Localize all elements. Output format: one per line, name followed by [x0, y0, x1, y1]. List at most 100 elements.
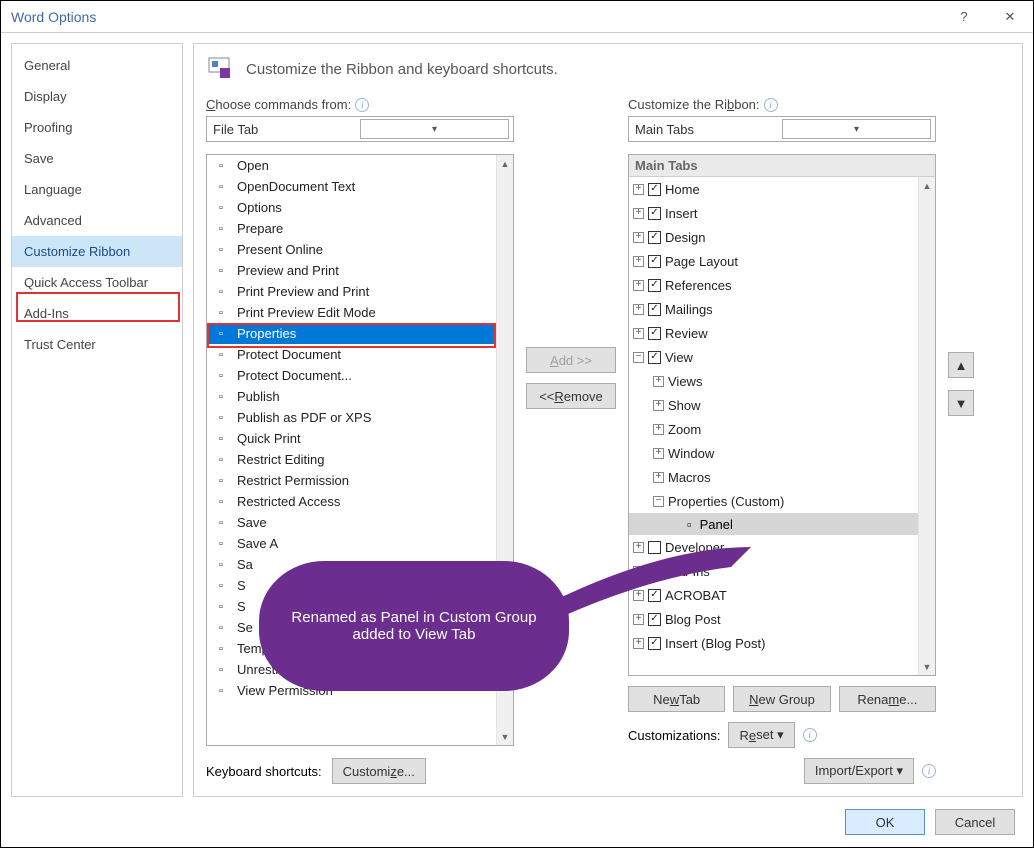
scrollbar[interactable]: ▲ ▼	[918, 177, 935, 675]
new-group-button[interactable]: New Group	[733, 686, 830, 712]
checkbox[interactable]: ✓	[648, 279, 661, 292]
command-icon: ▫	[213, 515, 229, 531]
dialog-title: Word Options	[11, 9, 941, 25]
expand-icon[interactable]: +	[633, 328, 644, 339]
expand-icon[interactable]: +	[653, 448, 664, 459]
cancel-button[interactable]: Cancel	[935, 809, 1015, 835]
sidebar-item-save[interactable]: Save	[12, 143, 182, 174]
command-item[interactable]: ▫OpenDocument Text	[207, 176, 513, 197]
rename-button[interactable]: Rename...	[839, 686, 936, 712]
scroll-up-icon[interactable]: ▲	[497, 155, 513, 172]
tab-node[interactable]: −✓View	[629, 345, 935, 369]
expand-icon[interactable]: −	[653, 496, 664, 507]
sidebar-item-language[interactable]: Language	[12, 174, 182, 205]
checkbox[interactable]: ✓	[648, 207, 661, 220]
sidebar-item-proofing[interactable]: Proofing	[12, 112, 182, 143]
new-tab-button[interactable]: New Tab	[628, 686, 725, 712]
command-item[interactable]: ▫Print Preview Edit Mode	[207, 302, 513, 323]
group-node[interactable]: +Macros	[629, 465, 935, 489]
scroll-up-icon[interactable]: ▲	[919, 177, 935, 194]
tab-node[interactable]: +✓Mailings	[629, 297, 935, 321]
reset-button[interactable]: Reset ▾	[728, 722, 794, 748]
command-item[interactable]: ▫Protect Document...	[207, 365, 513, 386]
checkbox[interactable]: ✓	[648, 255, 661, 268]
checkbox[interactable]: ✓	[648, 231, 661, 244]
expand-icon[interactable]: +	[633, 280, 644, 291]
sidebar-item-display[interactable]: Display	[12, 81, 182, 112]
checkbox[interactable]: ✓	[648, 351, 661, 364]
command-item[interactable]: ▫Protect Document▶	[207, 344, 513, 365]
tab-node[interactable]: +✓Page Layout	[629, 249, 935, 273]
expand-icon[interactable]: +	[653, 424, 664, 435]
category-sidebar: GeneralDisplayProofingSaveLanguageAdvanc…	[11, 43, 183, 797]
expand-icon[interactable]: +	[633, 256, 644, 267]
info-icon[interactable]: i	[922, 764, 936, 778]
add-button[interactable]: Add >>	[526, 347, 616, 373]
tab-node[interactable]: +✓Design	[629, 225, 935, 249]
help-button[interactable]: ?	[941, 1, 987, 33]
sidebar-item-add-ins[interactable]: Add-Ins	[12, 298, 182, 329]
group-node[interactable]: +Show	[629, 393, 935, 417]
command-item[interactable]: ▫Quick Print	[207, 428, 513, 449]
expand-icon[interactable]: +	[633, 638, 644, 649]
tab-node[interactable]: +✓Review	[629, 321, 935, 345]
expand-icon[interactable]: +	[653, 472, 664, 483]
expand-icon[interactable]: −	[633, 352, 644, 363]
move-down-button[interactable]: ▼	[948, 390, 974, 416]
checkbox[interactable]: ✓	[648, 637, 661, 650]
command-item[interactable]: ▫Present Online	[207, 239, 513, 260]
tab-node[interactable]: +✓Insert	[629, 201, 935, 225]
command-item[interactable]: ▫Save	[207, 512, 513, 533]
command-item[interactable]: ▫Preview and Print▶	[207, 260, 513, 281]
command-icon: ▫	[213, 410, 229, 426]
expand-icon[interactable]: +	[633, 232, 644, 243]
import-export-button[interactable]: Import/Export ▾	[804, 758, 914, 784]
scroll-down-icon[interactable]: ▼	[919, 658, 935, 675]
sidebar-item-trust-center[interactable]: Trust Center	[12, 329, 182, 360]
remove-button[interactable]: << Remove	[526, 383, 616, 409]
tab-node[interactable]: +✓References	[629, 273, 935, 297]
command-item[interactable]: ▫Restrict Permission▶	[207, 470, 513, 491]
command-item[interactable]: ▫Publish▶	[207, 386, 513, 407]
info-icon[interactable]: i	[764, 98, 778, 112]
expand-icon[interactable]: +	[633, 184, 644, 195]
command-item[interactable]: ▫Properties	[207, 323, 513, 344]
command-item[interactable]: ▫Restricted Access	[207, 491, 513, 512]
command-item[interactable]: ▫Open	[207, 155, 513, 176]
custom-group-node[interactable]: −Properties (Custom)	[629, 489, 935, 513]
info-icon[interactable]: i	[355, 98, 369, 112]
move-up-button[interactable]: ▲	[948, 352, 974, 378]
checkbox[interactable]: ✓	[648, 327, 661, 340]
expand-icon[interactable]: +	[653, 376, 664, 387]
group-node[interactable]: +Views	[629, 369, 935, 393]
group-node[interactable]: +Window	[629, 441, 935, 465]
custom-item-panel[interactable]: ▫Panel	[629, 513, 935, 535]
command-icon: ▫	[213, 557, 229, 573]
info-icon[interactable]: i	[803, 728, 817, 742]
sidebar-item-advanced[interactable]: Advanced	[12, 205, 182, 236]
group-node[interactable]: +Zoom	[629, 417, 935, 441]
customize-ribbon-combo[interactable]: Main Tabs ▾	[628, 116, 936, 142]
ok-button[interactable]: OK	[845, 809, 925, 835]
expand-icon[interactable]: +	[633, 208, 644, 219]
choose-commands-combo[interactable]: File Tab ▾	[206, 116, 514, 142]
expand-icon[interactable]: +	[633, 304, 644, 315]
expand-icon[interactable]: +	[653, 400, 664, 411]
tab-node[interactable]: +✓Insert (Blog Post)	[629, 631, 935, 655]
checkbox[interactable]: ✓	[648, 303, 661, 316]
command-item[interactable]: ▫Publish as PDF or XPS	[207, 407, 513, 428]
command-item[interactable]: ▫Prepare▶	[207, 218, 513, 239]
command-item[interactable]: ▫Restrict Editing	[207, 449, 513, 470]
sidebar-item-quick-access-toolbar[interactable]: Quick Access Toolbar	[12, 267, 182, 298]
sidebar-item-customize-ribbon[interactable]: Customize Ribbon	[12, 236, 182, 267]
command-item[interactable]: ▫Save A	[207, 533, 513, 554]
scroll-down-icon[interactable]: ▼	[497, 728, 513, 745]
sidebar-item-general[interactable]: General	[12, 50, 182, 81]
customize-keyboard-button[interactable]: Customize...	[332, 758, 426, 784]
command-item[interactable]: ▫Print Preview and Print	[207, 281, 513, 302]
close-button[interactable]: ✕	[987, 1, 1033, 33]
checkbox[interactable]: ✓	[648, 183, 661, 196]
command-item[interactable]: ▫Options	[207, 197, 513, 218]
command-icon: ▫	[213, 284, 229, 300]
tab-node[interactable]: +✓Home	[629, 177, 935, 201]
